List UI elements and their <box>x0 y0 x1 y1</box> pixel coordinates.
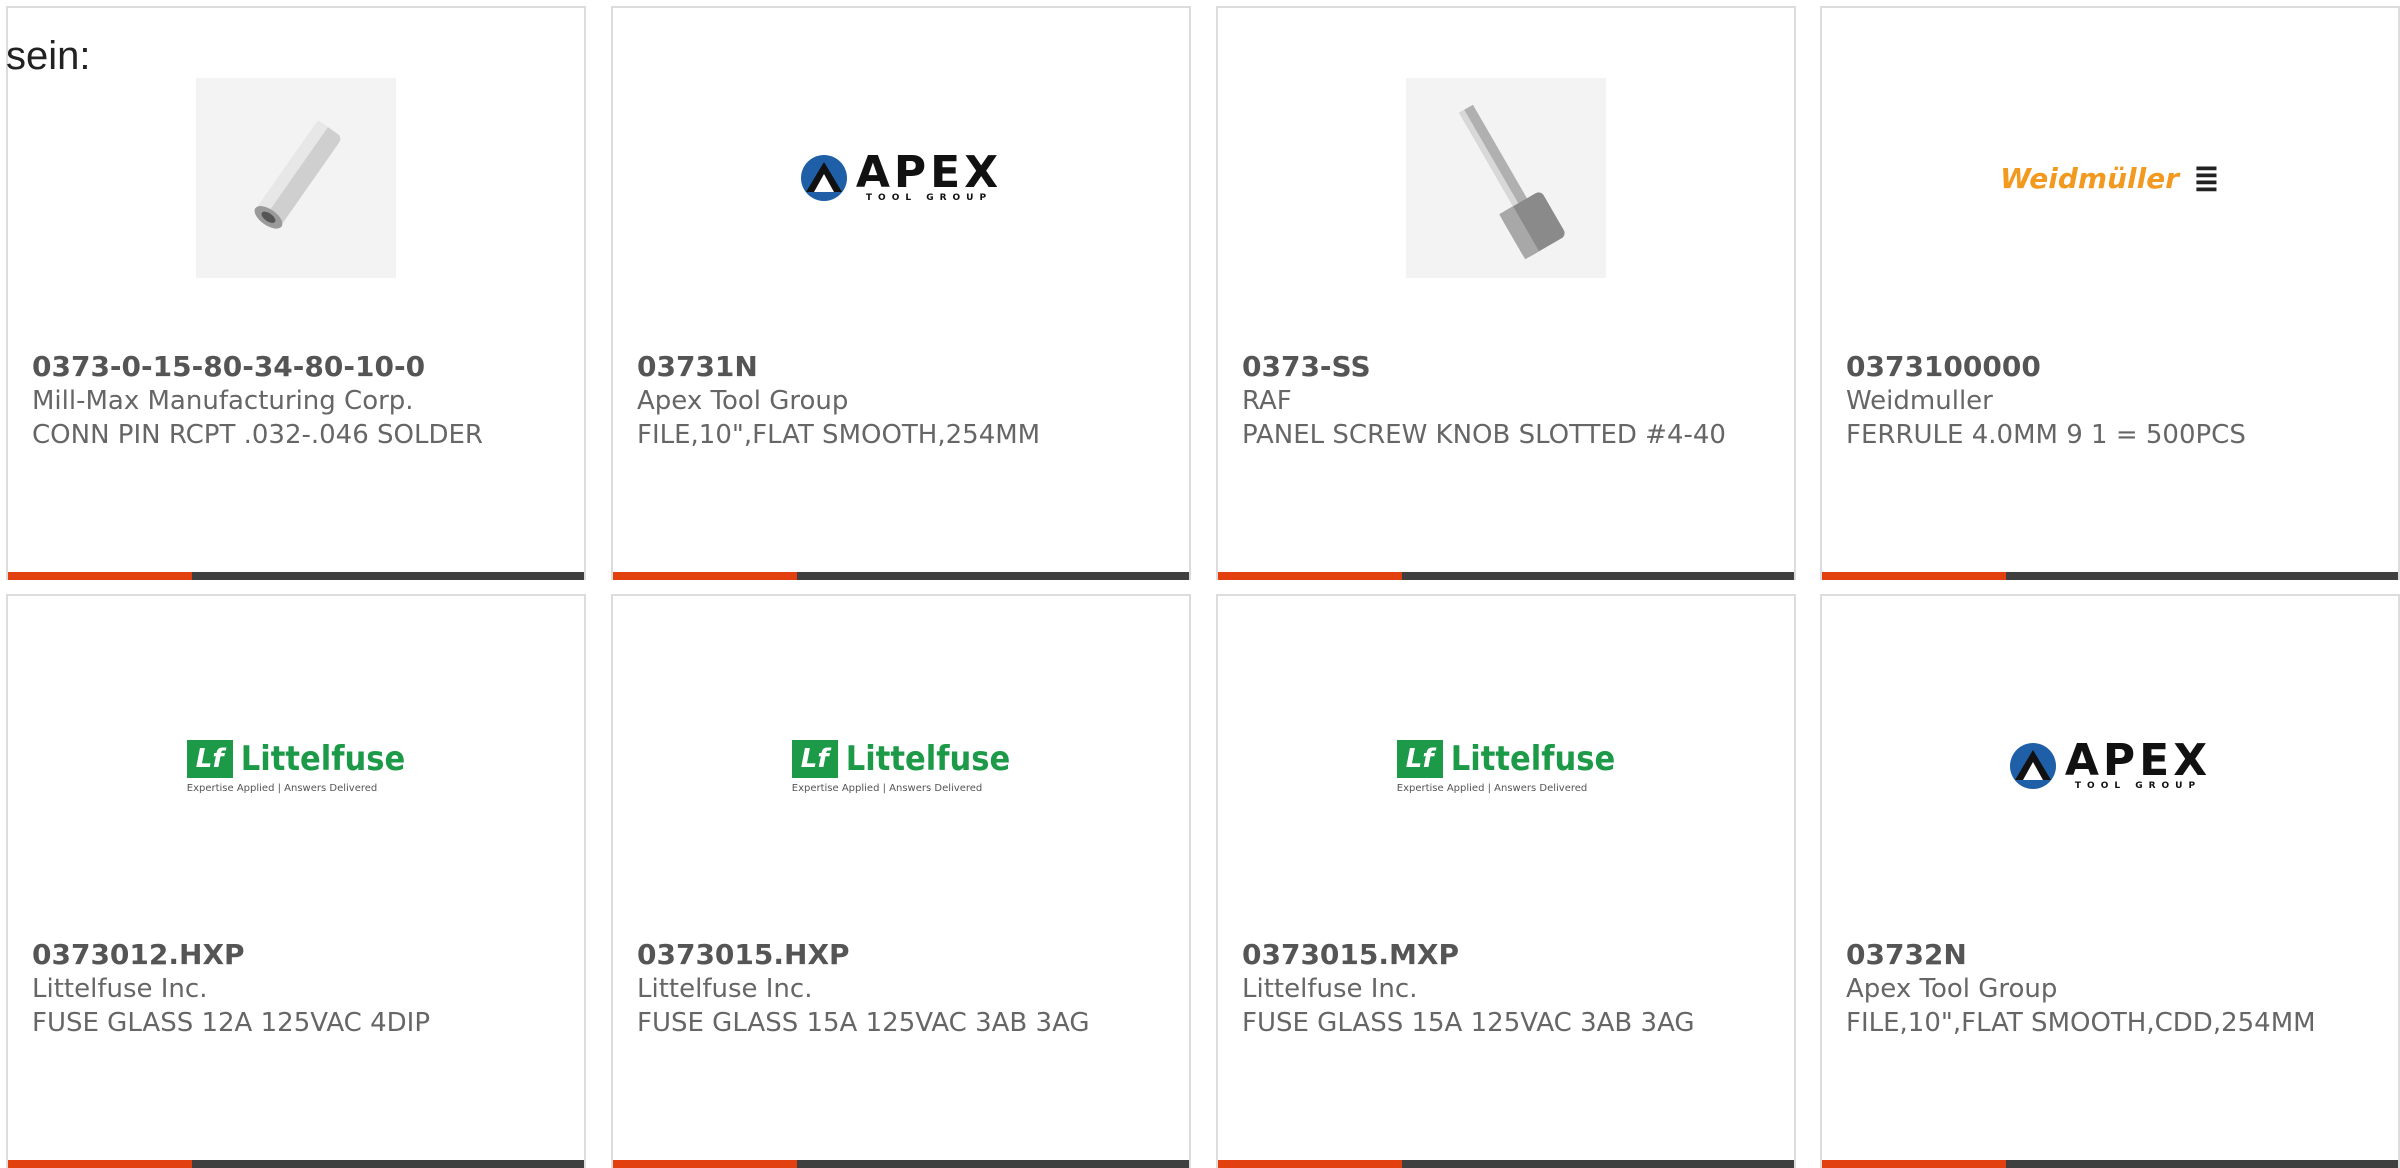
card-accent <box>8 572 192 580</box>
part-number-link[interactable]: 0373012.HXP <box>32 938 554 972</box>
littelfuse-mark-icon: Lf <box>791 739 838 778</box>
card-bar <box>1218 572 1794 580</box>
pin-photo-icon <box>196 78 396 278</box>
description-label: FUSE GLASS 15A 125VAC 3AB 3AG <box>637 1008 1090 1038</box>
description-label: FUSE GLASS 12A 125VAC 4DIP <box>32 1008 431 1038</box>
part-number-link[interactable]: 03732N <box>1846 938 2368 972</box>
product-image[interactable] <box>8 68 584 288</box>
product-image[interactable]: APEX TOOL GROUP <box>613 68 1189 288</box>
littelfuse-logo: Lf Littelfuse Expertise Applied | Answer… <box>186 738 406 794</box>
manufacturer-label: Littelfuse Inc. <box>1242 974 1418 1004</box>
product-image[interactable]: Lf Littelfuse Expertise Applied | Answer… <box>8 656 584 876</box>
product-card[interactable]: 0373-0-15-80-34-80-10-0 Mill-Max Manufac… <box>6 6 586 580</box>
card-bar <box>1822 572 2398 580</box>
apex-logo: APEX TOOL GROUP <box>800 147 1003 203</box>
weidmuller-mark-icon: ≣ <box>2193 159 2220 197</box>
manufacturer-label: Mill-Max Manufacturing Corp. <box>32 386 414 416</box>
card-accent <box>613 572 797 580</box>
description-label: FERRULE 4.0MM 9 1 = 500PCS <box>1846 420 2246 450</box>
apex-mountain-icon <box>2009 743 2056 789</box>
littelfuse-tagline: Expertise Applied | Answers Delivered <box>791 782 983 794</box>
manufacturer-label: Littelfuse Inc. <box>637 974 813 1004</box>
product-card[interactable]: Lf Littelfuse Expertise Applied | Answer… <box>6 594 586 1168</box>
apex-logo: APEX TOOL GROUP <box>2009 735 2212 791</box>
product-image[interactable] <box>1218 68 1794 288</box>
apex-word: APEX <box>855 147 1003 198</box>
part-number-link[interactable]: 0373015.HXP <box>637 938 1159 972</box>
manufacturer-label: Littelfuse Inc. <box>32 974 208 1004</box>
product-card[interactable]: Lf Littelfuse Expertise Applied | Answer… <box>1216 594 1796 1168</box>
littelfuse-word: Littelfuse <box>240 738 406 779</box>
description-label: PANEL SCREW KNOB SLOTTED #4-40 <box>1242 420 1726 450</box>
product-card[interactable]: Weidmüller ≣ 0373100000 Weidmuller FERRU… <box>1820 6 2400 580</box>
card-accent <box>1218 572 1402 580</box>
littelfuse-word: Littelfuse <box>845 738 1011 779</box>
product-card[interactable]: 0373-SS RAF PANEL SCREW KNOB SLOTTED #4-… <box>1216 6 1796 580</box>
product-card[interactable]: Lf Littelfuse Expertise Applied | Answer… <box>611 594 1191 1168</box>
littelfuse-mark-icon: Lf <box>1396 739 1443 778</box>
description-label: FILE,10",FLAT SMOOTH,254MM <box>637 420 1041 450</box>
littelfuse-logo: Lf Littelfuse Expertise Applied | Answer… <box>1396 738 1616 794</box>
card-bar <box>8 572 584 580</box>
manufacturer-label: RAF <box>1242 386 1292 416</box>
littelfuse-tagline: Expertise Applied | Answers Delivered <box>1396 782 1588 794</box>
manufacturer-label: Apex Tool Group <box>637 386 849 416</box>
apex-sub: TOOL GROUP <box>865 193 993 203</box>
lead-text: sein: <box>6 34 91 78</box>
part-number-link[interactable]: 0373-0-15-80-34-80-10-0 <box>32 350 554 384</box>
product-image[interactable]: Lf Littelfuse Expertise Applied | Answer… <box>1218 656 1794 876</box>
manufacturer-label: Apex Tool Group <box>1846 974 2058 1004</box>
screw-photo-icon <box>1406 78 1606 278</box>
apex-mountain-icon <box>800 155 847 201</box>
card-bar <box>613 572 1189 580</box>
littelfuse-word: Littelfuse <box>1450 738 1616 779</box>
description-label: FILE,10",FLAT SMOOTH,CDD,254MM <box>1846 1008 2316 1038</box>
part-number-link[interactable]: 0373-SS <box>1242 350 1764 384</box>
product-grid: 0373-0-15-80-34-80-10-0 Mill-Max Manufac… <box>0 0 2400 1168</box>
part-number-link[interactable]: 0373015.MXP <box>1242 938 1764 972</box>
description-label: FUSE GLASS 15A 125VAC 3AB 3AG <box>1242 1008 1695 1038</box>
littelfuse-tagline: Expertise Applied | Answers Delivered <box>186 782 378 794</box>
apex-sub: TOOL GROUP <box>2074 781 2202 791</box>
littelfuse-logo: Lf Littelfuse Expertise Applied | Answer… <box>791 738 1011 794</box>
part-number-link[interactable]: 03731N <box>637 350 1159 384</box>
product-image[interactable]: APEX TOOL GROUP <box>1822 656 2398 876</box>
card-accent <box>1822 572 2006 580</box>
product-card[interactable]: APEX TOOL GROUP 03732N Apex Tool Group F… <box>1820 594 2400 1168</box>
weidmuller-word: Weidmüller <box>2000 161 2179 195</box>
product-image[interactable]: Weidmüller ≣ <box>1822 68 2398 288</box>
description-label: CONN PIN RCPT .032-.046 SOLDER <box>32 420 483 450</box>
product-card[interactable]: APEX TOOL GROUP 03731N Apex Tool Group F… <box>611 6 1191 580</box>
apex-word: APEX <box>2064 735 2212 786</box>
manufacturer-label: Weidmuller <box>1846 386 1993 416</box>
littelfuse-mark-icon: Lf <box>186 739 233 778</box>
product-image[interactable]: Lf Littelfuse Expertise Applied | Answer… <box>613 656 1189 876</box>
weidmuller-logo: Weidmüller ≣ <box>2000 159 2220 197</box>
part-number-link[interactable]: 0373100000 <box>1846 350 2368 384</box>
